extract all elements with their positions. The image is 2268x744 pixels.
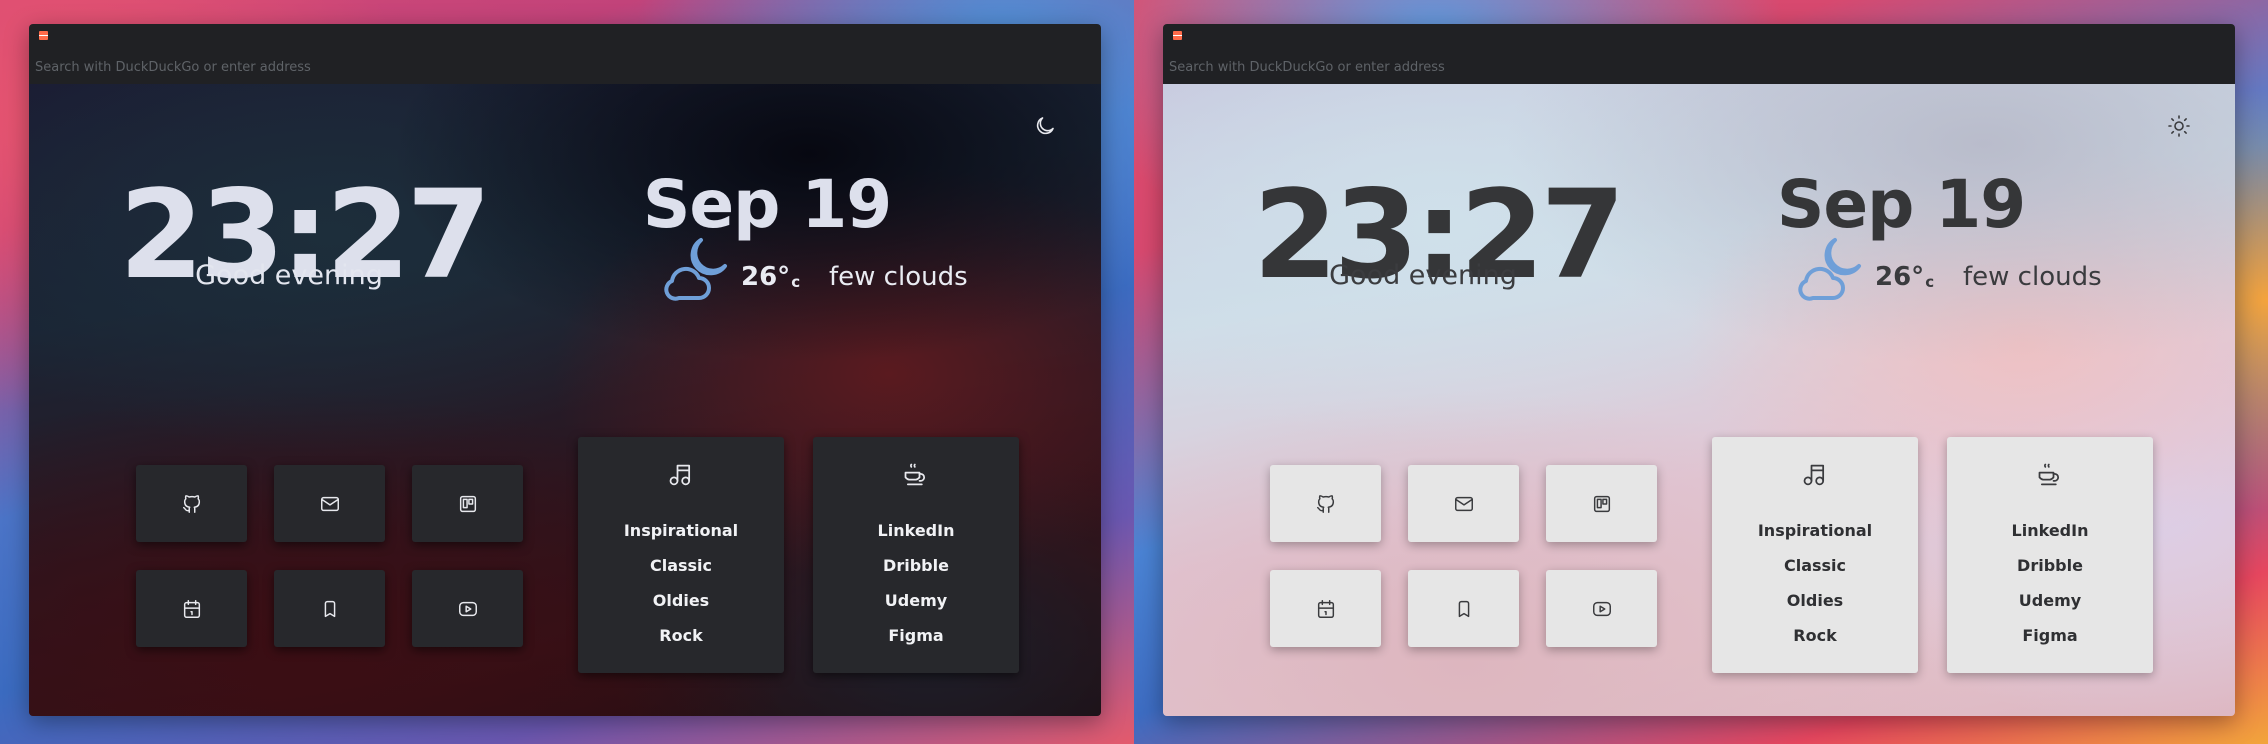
moon-icon[interactable] bbox=[1033, 114, 1057, 138]
calendar-shortcut[interactable] bbox=[136, 570, 247, 647]
work-links-card: LinkedIn Dribble Udemy Figma bbox=[1947, 437, 2153, 673]
browser-toolbar bbox=[1163, 24, 2235, 84]
music-links-card: Inspirational Classic Oldies Rock bbox=[1712, 437, 1918, 673]
address-bar-input[interactable] bbox=[1163, 58, 2235, 76]
card-link[interactable]: Figma bbox=[813, 618, 1019, 653]
youtube-shortcut[interactable] bbox=[1546, 570, 1657, 647]
mail-shortcut[interactable] bbox=[274, 465, 385, 542]
card-link[interactable]: Udemy bbox=[813, 583, 1019, 618]
github-icon bbox=[1316, 494, 1334, 513]
new-tab-page-light: 23:27 Good evening Sep 19 26°c few cloud… bbox=[1163, 84, 2235, 716]
card-link[interactable]: Dribble bbox=[813, 548, 1019, 583]
card-link[interactable]: Rock bbox=[1712, 618, 1918, 653]
greeting-text: Good evening bbox=[195, 260, 383, 291]
github-icon bbox=[182, 494, 200, 513]
weather-description: few clouds bbox=[829, 262, 968, 292]
tab-favicon-icon[interactable] bbox=[1173, 31, 1182, 40]
youtube-shortcut[interactable] bbox=[412, 570, 523, 647]
moon-cloud-icon bbox=[1798, 238, 1861, 301]
bookmark-shortcut[interactable] bbox=[274, 570, 385, 647]
bookmark-shortcut[interactable] bbox=[1408, 570, 1519, 647]
trello-icon bbox=[459, 495, 476, 512]
temperature-unit: c bbox=[1925, 273, 1935, 291]
music-note-icon bbox=[1803, 464, 1825, 486]
mail-icon bbox=[320, 496, 339, 511]
greeting-text: Good evening bbox=[1329, 260, 1517, 291]
calendar-shortcut[interactable] bbox=[1270, 570, 1381, 647]
browser-window-light: 23:27 Good evening Sep 19 26°c few cloud… bbox=[1163, 24, 2235, 716]
trello-shortcut[interactable] bbox=[412, 465, 523, 542]
shortcut-grid bbox=[1270, 465, 1663, 650]
sun-icon[interactable] bbox=[2167, 114, 2191, 138]
calendar-icon bbox=[1317, 599, 1334, 618]
coffee-cup-icon bbox=[2038, 463, 2060, 486]
trello-shortcut[interactable] bbox=[1546, 465, 1657, 542]
trello-icon bbox=[1593, 495, 1610, 512]
mail-shortcut[interactable] bbox=[1408, 465, 1519, 542]
new-tab-page-dark: 23:27 Good evening Sep 19 26°c few cloud… bbox=[29, 84, 1101, 716]
temperature: 26°c bbox=[1875, 262, 1935, 292]
github-shortcut[interactable] bbox=[1270, 465, 1381, 542]
card-link[interactable]: Rock bbox=[578, 618, 784, 653]
youtube-icon bbox=[1592, 601, 1611, 616]
card-link[interactable]: Oldies bbox=[1712, 583, 1918, 618]
weather-description: few clouds bbox=[1963, 262, 2102, 292]
card-link[interactable]: LinkedIn bbox=[1947, 513, 2153, 548]
tab-favicon-icon[interactable] bbox=[39, 31, 48, 40]
date-text: Sep 19 bbox=[642, 166, 892, 243]
weather-widget: 26°c few clouds bbox=[1793, 234, 2102, 304]
card-link[interactable]: Inspirational bbox=[578, 513, 784, 548]
card-link[interactable]: Classic bbox=[578, 548, 784, 583]
bookmark-icon bbox=[1458, 600, 1469, 617]
work-links-card: LinkedIn Dribble Udemy Figma bbox=[813, 437, 1019, 673]
moon-cloud-icon bbox=[664, 238, 727, 301]
address-bar-input[interactable] bbox=[29, 58, 1101, 76]
card-link[interactable]: Inspirational bbox=[1712, 513, 1918, 548]
card-link[interactable]: Figma bbox=[1947, 618, 2153, 653]
music-links-card: Inspirational Classic Oldies Rock bbox=[578, 437, 784, 673]
card-link[interactable]: Udemy bbox=[1947, 583, 2153, 618]
card-link[interactable]: Oldies bbox=[578, 583, 784, 618]
weather-widget: 26°c few clouds bbox=[659, 234, 968, 304]
music-note-icon bbox=[669, 464, 691, 486]
temperature-unit: c bbox=[791, 273, 801, 291]
browser-toolbar bbox=[29, 24, 1101, 84]
coffee-cup-icon bbox=[904, 463, 926, 486]
bookmark-icon bbox=[324, 600, 335, 617]
youtube-icon bbox=[458, 601, 477, 616]
card-link[interactable]: Dribble bbox=[1947, 548, 2153, 583]
mail-icon bbox=[1454, 496, 1473, 511]
calendar-icon bbox=[183, 599, 200, 618]
card-link[interactable]: LinkedIn bbox=[813, 513, 1019, 548]
date-text: Sep 19 bbox=[1776, 166, 2026, 243]
card-link[interactable]: Classic bbox=[1712, 548, 1918, 583]
github-shortcut[interactable] bbox=[136, 465, 247, 542]
temperature: 26°c bbox=[741, 262, 801, 292]
shortcut-grid bbox=[136, 465, 529, 650]
browser-window-dark: 23:27 Good evening Sep 19 26°c few cloud… bbox=[29, 24, 1101, 716]
